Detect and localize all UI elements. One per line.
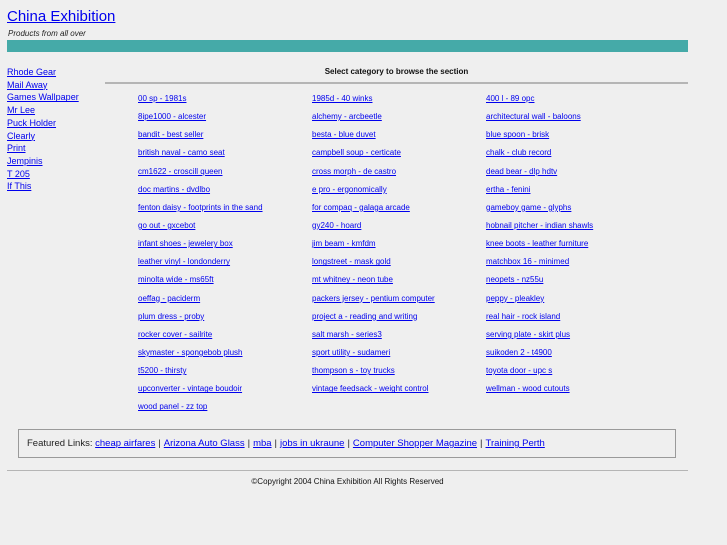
category-link[interactable]: gameboy game - glyphs <box>486 201 660 219</box>
category-link[interactable]: alchemy - arcbeetle <box>312 110 486 128</box>
category-link[interactable]: infant shoes - jewelery box <box>138 237 312 255</box>
category-link[interactable]: cm1622 - croscill queen <box>138 165 312 183</box>
category-link[interactable]: matchbox 16 - minimed <box>486 255 660 273</box>
category-link[interactable]: wood panel - zz top <box>138 400 312 418</box>
category-link[interactable]: 8ipe1000 - alcester <box>138 110 312 128</box>
category-link[interactable]: campbell soup - certicate <box>312 146 486 164</box>
sidebar-item-if-this[interactable]: If This <box>7 180 102 193</box>
category-link[interactable]: thompson s - toy trucks <box>312 364 486 382</box>
category-link[interactable]: 00 sp - 1981s <box>138 92 312 110</box>
category-link[interactable]: jim beam - kmfdm <box>312 237 486 255</box>
category-link[interactable]: hobnail pitcher - indian shawls <box>486 219 660 237</box>
category-link[interactable]: minolta wide - ms65ft <box>138 273 312 291</box>
category-link[interactable]: upconverter - vintage boudoir <box>138 382 312 400</box>
category-link[interactable]: suikoden 2 - t4900 <box>486 346 660 364</box>
featured-link[interactable]: jobs in ukraune <box>280 438 344 449</box>
category-link[interactable]: e pro - ergonomically <box>312 183 486 201</box>
category-link[interactable]: fenton daisy - footprints in the sand <box>138 201 312 219</box>
category-link[interactable]: ertha - fenini <box>486 183 660 201</box>
category-link[interactable]: packers jersey - pentium computer <box>312 292 486 310</box>
featured-link[interactable]: Computer Shopper Magazine <box>353 438 477 449</box>
header-banner-bar <box>7 40 688 52</box>
site-tagline: Products from all over <box>8 29 86 38</box>
category-link[interactable]: rocker cover - sailrite <box>138 328 312 346</box>
sidebar-item-mr-lee[interactable]: Mr Lee <box>7 104 102 117</box>
sidebar-item-mail-away[interactable]: Mail Away <box>7 79 102 92</box>
category-link[interactable]: serving plate - skirt plus <box>486 328 660 346</box>
featured-link-separator: | <box>347 438 350 449</box>
category-link[interactable]: bandit - best seller <box>138 128 312 146</box>
category-link[interactable]: plum dress - proby <box>138 310 312 328</box>
category-link[interactable]: mt whitney - neon tube <box>312 273 486 291</box>
sidebar-item-puck-holder[interactable]: Puck Holder <box>7 117 102 130</box>
heading-divider <box>105 82 688 84</box>
site-title-link[interactable]: China Exhibition <box>7 8 115 25</box>
category-link[interactable]: salt marsh - series3 <box>312 328 486 346</box>
featured-link[interactable]: Arizona Auto Glass <box>164 438 245 449</box>
category-link[interactable]: neopets - nz55u <box>486 273 660 291</box>
category-link[interactable]: sport utility - sudameri <box>312 346 486 364</box>
sidebar-item-games-wallpaper[interactable]: Games Wallpaper <box>7 91 102 104</box>
category-link[interactable]: 400 l - 89 opc <box>486 92 660 110</box>
sidebar-item-jempinis[interactable]: Jempinis <box>7 155 102 168</box>
copyright-text: ©Copyright 2004 China Exhibition All Rig… <box>251 477 444 486</box>
category-link[interactable]: 1985d - 40 winks <box>312 92 486 110</box>
category-link[interactable]: gy240 - hoard <box>312 219 486 237</box>
featured-link-separator: | <box>274 438 278 449</box>
category-link[interactable]: leather vinyl - londonderry <box>138 255 312 273</box>
category-link[interactable]: british naval - camo seat <box>138 146 312 164</box>
section-heading: Select category to browse the section <box>324 67 469 76</box>
category-link[interactable]: knee boots - leather furniture <box>486 237 660 255</box>
category-link[interactable]: dead bear - dlp hdtv <box>486 165 660 183</box>
category-link[interactable]: cross morph - de castro <box>312 165 486 183</box>
featured-link-separator: | <box>247 438 251 449</box>
category-link[interactable]: besta - blue duvet <box>312 128 486 146</box>
category-link[interactable]: wellman - wood cutouts <box>486 382 660 400</box>
category-link[interactable]: architectural wall - baloons <box>486 110 660 128</box>
featured-links-box: Featured Links: cheap airfares | Arizona A… <box>18 429 676 458</box>
featured-link[interactable]: cheap airfares <box>95 438 155 449</box>
featured-link[interactable]: mba <box>253 438 271 449</box>
sidebar-nav: Rhode Gear Mail Away Games Wallpaper Mr … <box>7 66 102 193</box>
category-link[interactable]: skymaster - spongebob plush <box>138 346 312 364</box>
category-grid: 00 sp - 1981s 1985d - 40 winks 400 l - 89 … <box>138 92 688 419</box>
category-link[interactable]: oeffag - paciderm <box>138 292 312 310</box>
sidebar-item-print[interactable]: Print <box>7 142 102 155</box>
sidebar-item-t-205[interactable]: T 205 <box>7 168 102 181</box>
category-link[interactable]: blue spoon - brisk <box>486 128 660 146</box>
category-link[interactable]: vintage feedsack - weight control <box>312 382 486 400</box>
featured-link[interactable]: Training Perth <box>486 438 545 449</box>
category-link[interactable]: peppy - pleakley <box>486 292 660 310</box>
footer-divider <box>7 470 688 471</box>
category-link[interactable]: longstreet - mask gold <box>312 255 486 273</box>
category-link[interactable]: t5200 - thirsty <box>138 364 312 382</box>
category-link[interactable]: project a - reading and writing <box>312 310 486 328</box>
category-link[interactable]: for compaq - galaga arcade <box>312 201 486 219</box>
category-link[interactable]: go out - gxcebot <box>138 219 312 237</box>
category-link[interactable]: real hair - rock island <box>486 310 660 328</box>
sidebar-item-clearly[interactable]: Clearly <box>7 130 102 143</box>
sidebar-item-rhode-gear[interactable]: Rhode Gear <box>7 66 102 79</box>
category-link[interactable]: toyota door - upc s <box>486 364 660 382</box>
featured-links-label: Featured Links: <box>27 438 93 449</box>
featured-link-separator: | <box>480 438 483 449</box>
category-link[interactable]: doc martins - dvdlbo <box>138 183 312 201</box>
featured-link-separator: | <box>158 438 161 449</box>
category-link[interactable]: chalk - club record <box>486 146 660 164</box>
